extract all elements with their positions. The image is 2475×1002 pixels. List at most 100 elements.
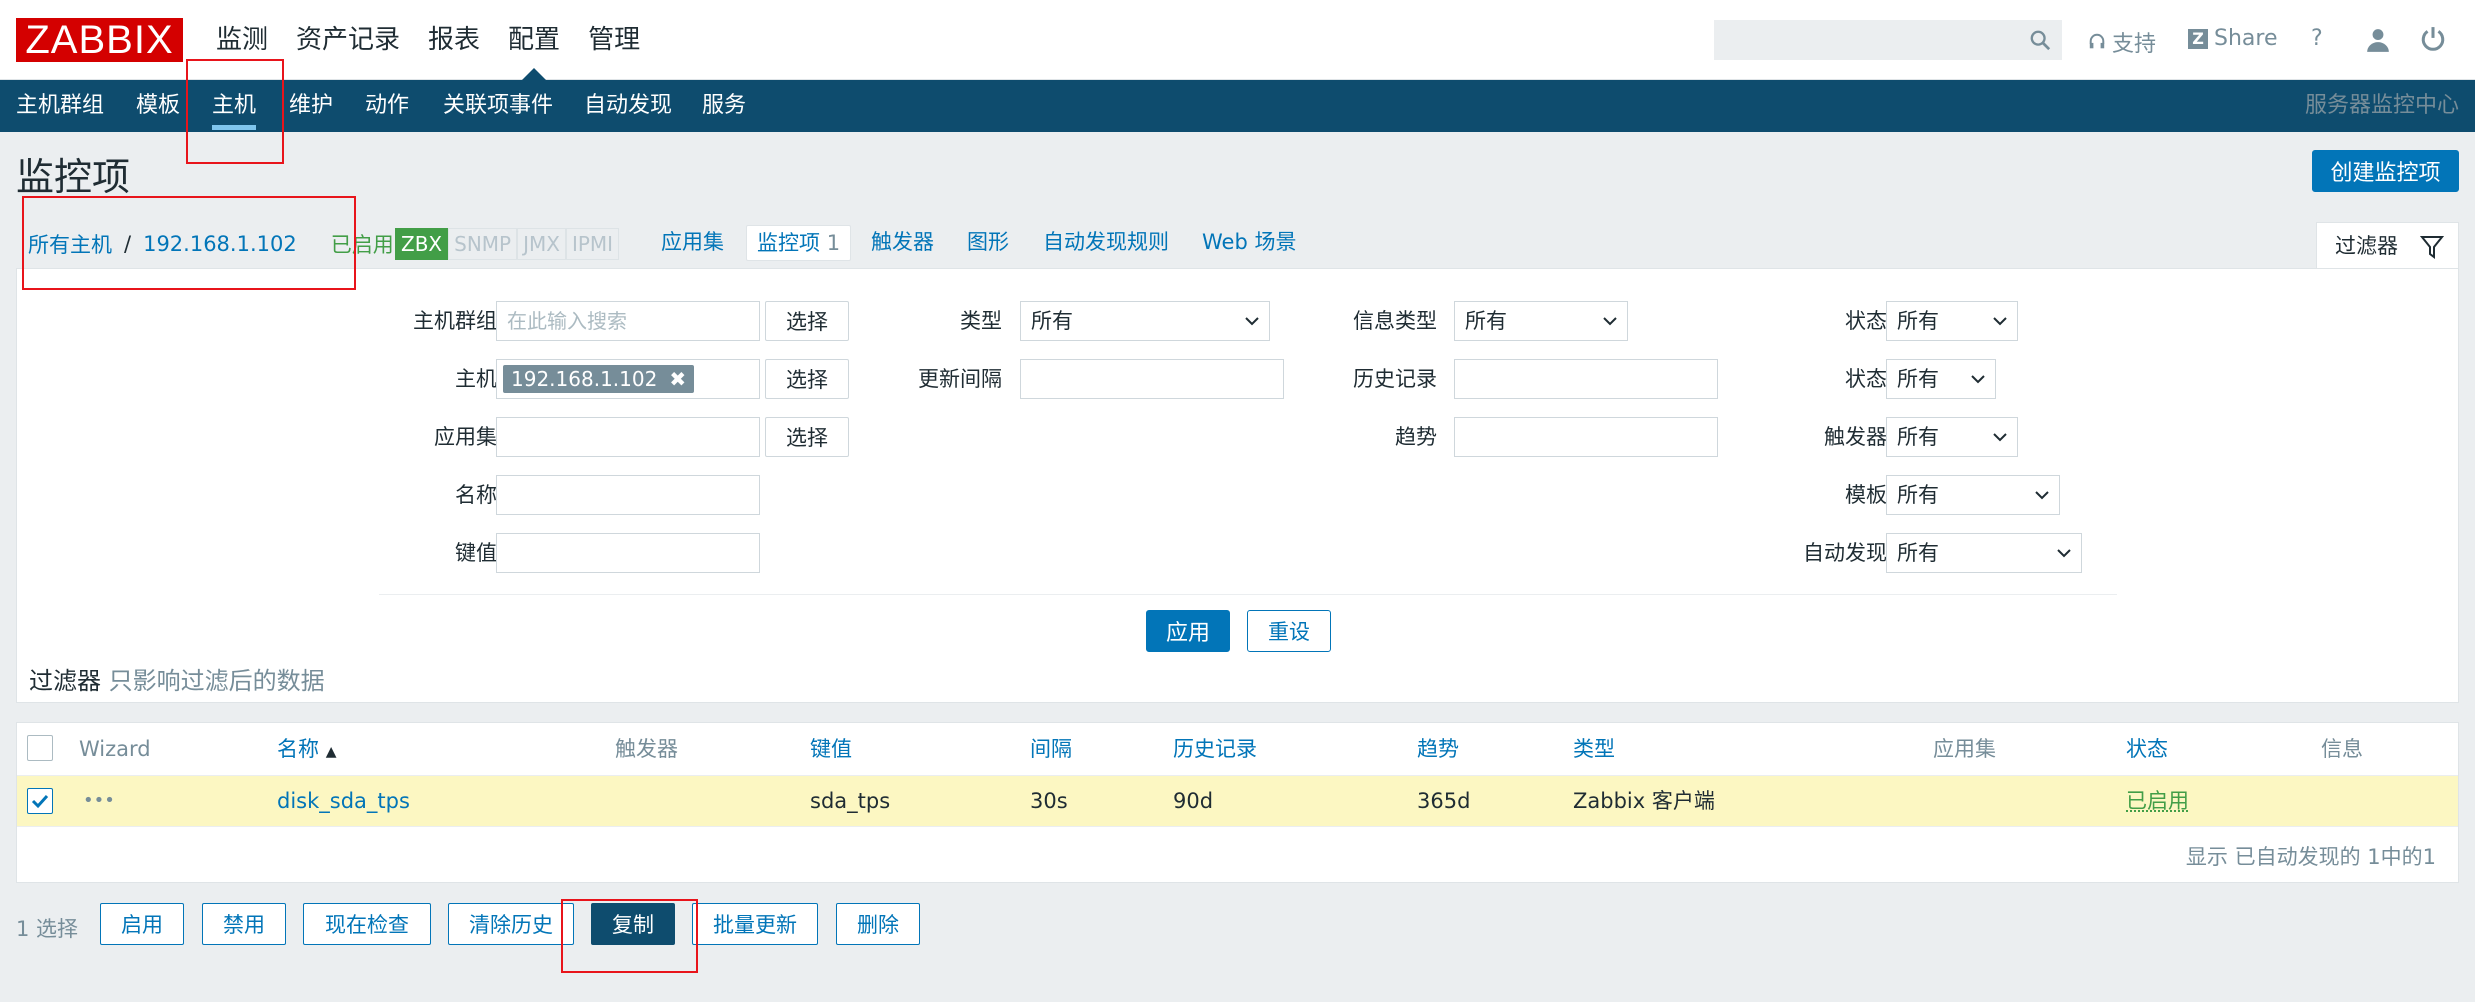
type-select-value: 所有 bbox=[1031, 309, 1073, 333]
host-select-button[interactable]: 选择 bbox=[765, 359, 849, 399]
subnav-host-groups[interactable]: 主机群组 bbox=[16, 80, 104, 132]
search-icon[interactable] bbox=[2029, 29, 2051, 51]
top-menu-configuration[interactable]: 配置 bbox=[494, 0, 574, 80]
host-multiselect[interactable]: 192.168.1.102 ✖ bbox=[496, 359, 760, 399]
filter-triggers-label: 触发器 bbox=[1824, 425, 1887, 449]
chevron-down-icon bbox=[2035, 491, 2049, 500]
application-input[interactable] bbox=[496, 417, 760, 457]
subnav-actions[interactable]: 动作 bbox=[365, 80, 409, 132]
zabbix-logo[interactable]: ZABBIX bbox=[16, 18, 183, 62]
create-item-button[interactable]: 创建监控项 bbox=[2312, 150, 2459, 192]
remove-chip-icon[interactable]: ✖ bbox=[669, 365, 686, 393]
tab-graphs[interactable]: 图形 bbox=[967, 225, 1009, 261]
row-checkbox[interactable] bbox=[27, 788, 53, 814]
breadcrumb-all-hosts[interactable]: 所有主机 bbox=[28, 229, 112, 259]
share-link[interactable]: Z Share bbox=[2188, 26, 2278, 51]
tab-items-label: 监控项 bbox=[757, 231, 820, 255]
col-key[interactable]: 键值 bbox=[810, 723, 852, 775]
delete-button[interactable]: 删除 bbox=[836, 903, 920, 945]
subnav-maintenance[interactable]: 维护 bbox=[289, 80, 333, 132]
host-status-enabled[interactable]: 已启用 bbox=[331, 229, 394, 259]
triggers-select[interactable]: 所有 bbox=[1886, 417, 2018, 457]
template-select[interactable]: 所有 bbox=[1886, 475, 2060, 515]
host-group-select-button[interactable]: 选择 bbox=[765, 301, 849, 341]
support-link[interactable]: 支持 bbox=[2088, 26, 2156, 58]
user-profile-icon[interactable] bbox=[2365, 27, 2391, 53]
subnav-hosts[interactable]: 主机 bbox=[212, 80, 257, 132]
application-select-button[interactable]: 选择 bbox=[765, 417, 849, 457]
select-all-checkbox[interactable] bbox=[27, 735, 53, 761]
top-menu-administration[interactable]: 管理 bbox=[574, 0, 654, 80]
tab-items[interactable]: 监控项 1 bbox=[746, 225, 852, 261]
filter-trends-label: 趋势 bbox=[1395, 425, 1437, 449]
tab-applications[interactable]: 应用集 bbox=[661, 225, 724, 261]
info-type-select[interactable]: 所有 bbox=[1454, 301, 1628, 341]
top-menu-reports[interactable]: 报表 bbox=[414, 0, 494, 80]
reset-filter-button[interactable]: 重设 bbox=[1247, 610, 1331, 652]
col-name-label: 名称 bbox=[277, 737, 319, 761]
subnav-correlation[interactable]: 关联项事件 bbox=[443, 80, 553, 132]
share-label: Share bbox=[2214, 26, 2278, 51]
col-wizard: Wizard bbox=[79, 737, 151, 761]
chevron-down-icon bbox=[1993, 433, 2007, 442]
top-menu-monitoring[interactable]: 监测 bbox=[202, 0, 282, 80]
state-select[interactable]: 所有 bbox=[1886, 301, 2018, 341]
disable-button[interactable]: 禁用 bbox=[202, 903, 286, 945]
col-trends[interactable]: 趋势 bbox=[1417, 723, 1459, 775]
col-type[interactable]: 类型 bbox=[1573, 723, 1615, 775]
item-status-toggle[interactable]: 已启用 bbox=[2126, 776, 2189, 826]
sign-out-icon[interactable] bbox=[2420, 26, 2446, 52]
tab-items-count: 1 bbox=[826, 231, 841, 255]
top-menu-inventory[interactable]: 资产记录 bbox=[282, 0, 414, 80]
discovered-select[interactable]: 所有 bbox=[1886, 533, 2082, 573]
filter-note-subtitle: 只影响过滤后的数据 bbox=[108, 667, 325, 695]
item-history: 90d bbox=[1173, 789, 1214, 813]
state-select-value: 所有 bbox=[1897, 309, 1939, 333]
col-history[interactable]: 历史记录 bbox=[1173, 723, 1257, 775]
col-applications: 应用集 bbox=[1933, 737, 1996, 761]
tab-web-scenarios[interactable]: Web 场景 bbox=[1202, 225, 1296, 261]
tab-discovery-rules[interactable]: 自动发现规则 bbox=[1043, 225, 1169, 261]
filter-tab[interactable]: 过滤器 bbox=[2316, 222, 2459, 270]
check-now-button[interactable]: 现在检查 bbox=[303, 903, 431, 945]
update-interval-input[interactable] bbox=[1020, 359, 1284, 399]
sub-navigation: 主机群组 模板 主机 维护 动作 关联项事件 自动发现 服务 服务器监控中心 bbox=[0, 80, 2475, 132]
availability-zbx: ZBX bbox=[395, 228, 449, 260]
subnav-services[interactable]: 服务 bbox=[702, 80, 746, 132]
availability-snmp: SNMP bbox=[448, 228, 518, 260]
clear-history-button[interactable]: 清除历史 bbox=[448, 903, 574, 945]
wizard-menu-icon[interactable]: ••• bbox=[83, 776, 115, 826]
status-select[interactable]: 所有 bbox=[1886, 359, 1996, 399]
subnav-templates[interactable]: 模板 bbox=[136, 80, 180, 132]
help-icon[interactable]: ? bbox=[2311, 26, 2323, 51]
chevron-down-icon bbox=[1603, 317, 1617, 326]
apply-filter-button[interactable]: 应用 bbox=[1146, 610, 1230, 652]
name-input[interactable] bbox=[496, 475, 760, 515]
selected-count: 1 选择 bbox=[16, 917, 79, 941]
host-group-search-input[interactable] bbox=[496, 301, 760, 341]
filter-divider bbox=[379, 594, 2117, 595]
col-interval[interactable]: 间隔 bbox=[1030, 723, 1072, 775]
history-input[interactable] bbox=[1454, 359, 1718, 399]
col-info: 信息 bbox=[2321, 737, 2363, 761]
tab-triggers[interactable]: 触发器 bbox=[871, 225, 934, 261]
key-input[interactable] bbox=[496, 533, 760, 573]
type-select[interactable]: 所有 bbox=[1020, 301, 1270, 341]
filter-panel: 主机群组 选择 主机 192.168.1.102 ✖ 选择 应用集 选择 名称 键… bbox=[16, 268, 2459, 703]
enable-button[interactable]: 启用 bbox=[100, 903, 184, 945]
subnav-discovery[interactable]: 自动发现 bbox=[584, 80, 672, 132]
filter-state-label: 状态 bbox=[1845, 309, 1887, 333]
item-type: Zabbix 客户端 bbox=[1573, 789, 1715, 813]
copy-button[interactable]: 复制 bbox=[591, 903, 675, 945]
item-name-link[interactable]: disk_sda_tps bbox=[277, 776, 410, 826]
global-search bbox=[1714, 20, 2062, 60]
breadcrumb-host[interactable]: 192.168.1.102 bbox=[143, 232, 297, 256]
table-row[interactable]: ••• disk_sda_tps sda_tps 30s 90d 365d Za… bbox=[17, 775, 2458, 827]
search-input[interactable] bbox=[1715, 21, 2015, 59]
col-status[interactable]: 状态 bbox=[2126, 723, 2168, 775]
trends-input[interactable] bbox=[1454, 417, 1718, 457]
filter-key-label: 键值 bbox=[455, 541, 497, 565]
top-bar: ZABBIX 监测 资产记录 报表 配置 管理 支持 Z Share ? bbox=[0, 0, 2475, 80]
col-name[interactable]: 名称 ▲ bbox=[277, 723, 336, 775]
mass-update-button[interactable]: 批量更新 bbox=[692, 903, 818, 945]
